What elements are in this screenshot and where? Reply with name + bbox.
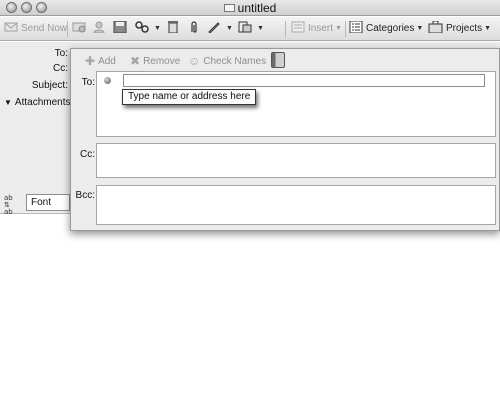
- attachments-label: Attachments:: [14, 97, 74, 108]
- add-label: Add: [98, 56, 116, 67]
- address-popup-toolbar: ✚ Add ✖ Remove ☺ Check Names: [71, 49, 499, 71]
- link-icon: [135, 21, 149, 33]
- projects-label: Projects: [446, 23, 483, 34]
- projects-button[interactable]: Projects ▼: [428, 20, 492, 37]
- toolbar-separator: [67, 21, 68, 37]
- window-title-bar: untitled: [0, 0, 500, 16]
- spelling-icon[interactable]: ab ⇅ ab: [4, 195, 22, 216]
- send-now-button[interactable]: Send Now: [4, 21, 67, 37]
- save-button[interactable]: [113, 20, 130, 37]
- chevron-down-icon: ▼: [335, 25, 342, 32]
- x-icon: ✖: [130, 54, 141, 68]
- message-body[interactable]: [0, 215, 500, 417]
- check-names-label: Check Names: [203, 56, 267, 67]
- projects-icon: [428, 20, 443, 34]
- send-later-icon: [72, 21, 86, 33]
- trash-icon: [166, 21, 180, 34]
- popup-to-label: To:: [81, 77, 95, 88]
- pen-icon: [207, 21, 221, 34]
- add-recipient-button[interactable]: ✚ Add: [85, 54, 116, 68]
- window-title-wrap: untitled: [0, 1, 500, 15]
- save-icon: [113, 20, 127, 34]
- chevron-down-icon: ▼: [154, 25, 161, 32]
- toolbar-separator: [345, 21, 346, 37]
- to-label: To:: [54, 48, 68, 59]
- remove-label: Remove: [143, 56, 181, 67]
- subject-label: Subject:: [31, 80, 68, 91]
- window-title: untitled: [237, 1, 277, 15]
- to-recipient-input[interactable]: [123, 74, 485, 87]
- chevron-down-icon: ▼: [257, 25, 264, 32]
- popup-bcc-label: Bcc:: [75, 190, 95, 201]
- plus-icon: ✚: [85, 54, 96, 68]
- link-button[interactable]: ▼: [135, 21, 161, 37]
- popup-cc-label: Cc:: [80, 149, 95, 160]
- delete-button[interactable]: [166, 21, 183, 37]
- recipient-type-icon: [104, 77, 111, 84]
- disclosure-triangle-icon: ▼: [4, 98, 12, 107]
- format-button[interactable]: ▼: [238, 21, 264, 37]
- categories-label: Categories: [366, 23, 415, 34]
- chevron-down-icon: ▼: [416, 25, 424, 32]
- chevron-down-icon: ▼: [226, 25, 233, 32]
- cc-field-box[interactable]: [96, 143, 496, 178]
- font-menu[interactable]: Font: [26, 194, 70, 211]
- message-toolbar: Send Now ▼ ▼ ▼ Insert ▼ Categories ▼ Pro…: [0, 17, 500, 41]
- person-check-icon: ☺: [188, 54, 201, 68]
- paperclip-icon: [188, 21, 202, 33]
- address-popup: ✚ Add ✖ Remove ☺ Check Names To: Cc: Bcc: T…: [70, 48, 500, 231]
- signature-button[interactable]: ▼: [207, 21, 233, 37]
- categories-icon: [349, 20, 363, 34]
- cc-label: Cc:: [53, 63, 68, 74]
- send-icon: [4, 21, 18, 33]
- chevron-down-icon: ▼: [484, 25, 492, 32]
- document-icon: [223, 4, 235, 12]
- toolbar-separator: [285, 21, 286, 37]
- layout-icon: [238, 21, 252, 33]
- person-icon: [92, 21, 106, 34]
- check-names-button[interactable]: ☺ Check Names: [188, 54, 266, 68]
- attachments-toggle[interactable]: ▼ Attachments:: [4, 97, 73, 108]
- send-now-label: Send Now: [21, 23, 68, 34]
- insert-button[interactable]: Insert ▼: [291, 21, 342, 37]
- contact-button[interactable]: [92, 21, 109, 37]
- address-tooltip: Type name or address here: [122, 89, 257, 105]
- insert-label: Insert: [308, 23, 334, 34]
- bcc-field-box[interactable]: [96, 185, 496, 225]
- attach-button[interactable]: [188, 21, 205, 37]
- address-book-icon[interactable]: [271, 52, 285, 68]
- remove-recipient-button[interactable]: ✖ Remove: [130, 54, 180, 68]
- send-later-button[interactable]: [72, 21, 89, 37]
- insert-icon: [291, 21, 305, 33]
- categories-button[interactable]: Categories ▼: [349, 20, 424, 37]
